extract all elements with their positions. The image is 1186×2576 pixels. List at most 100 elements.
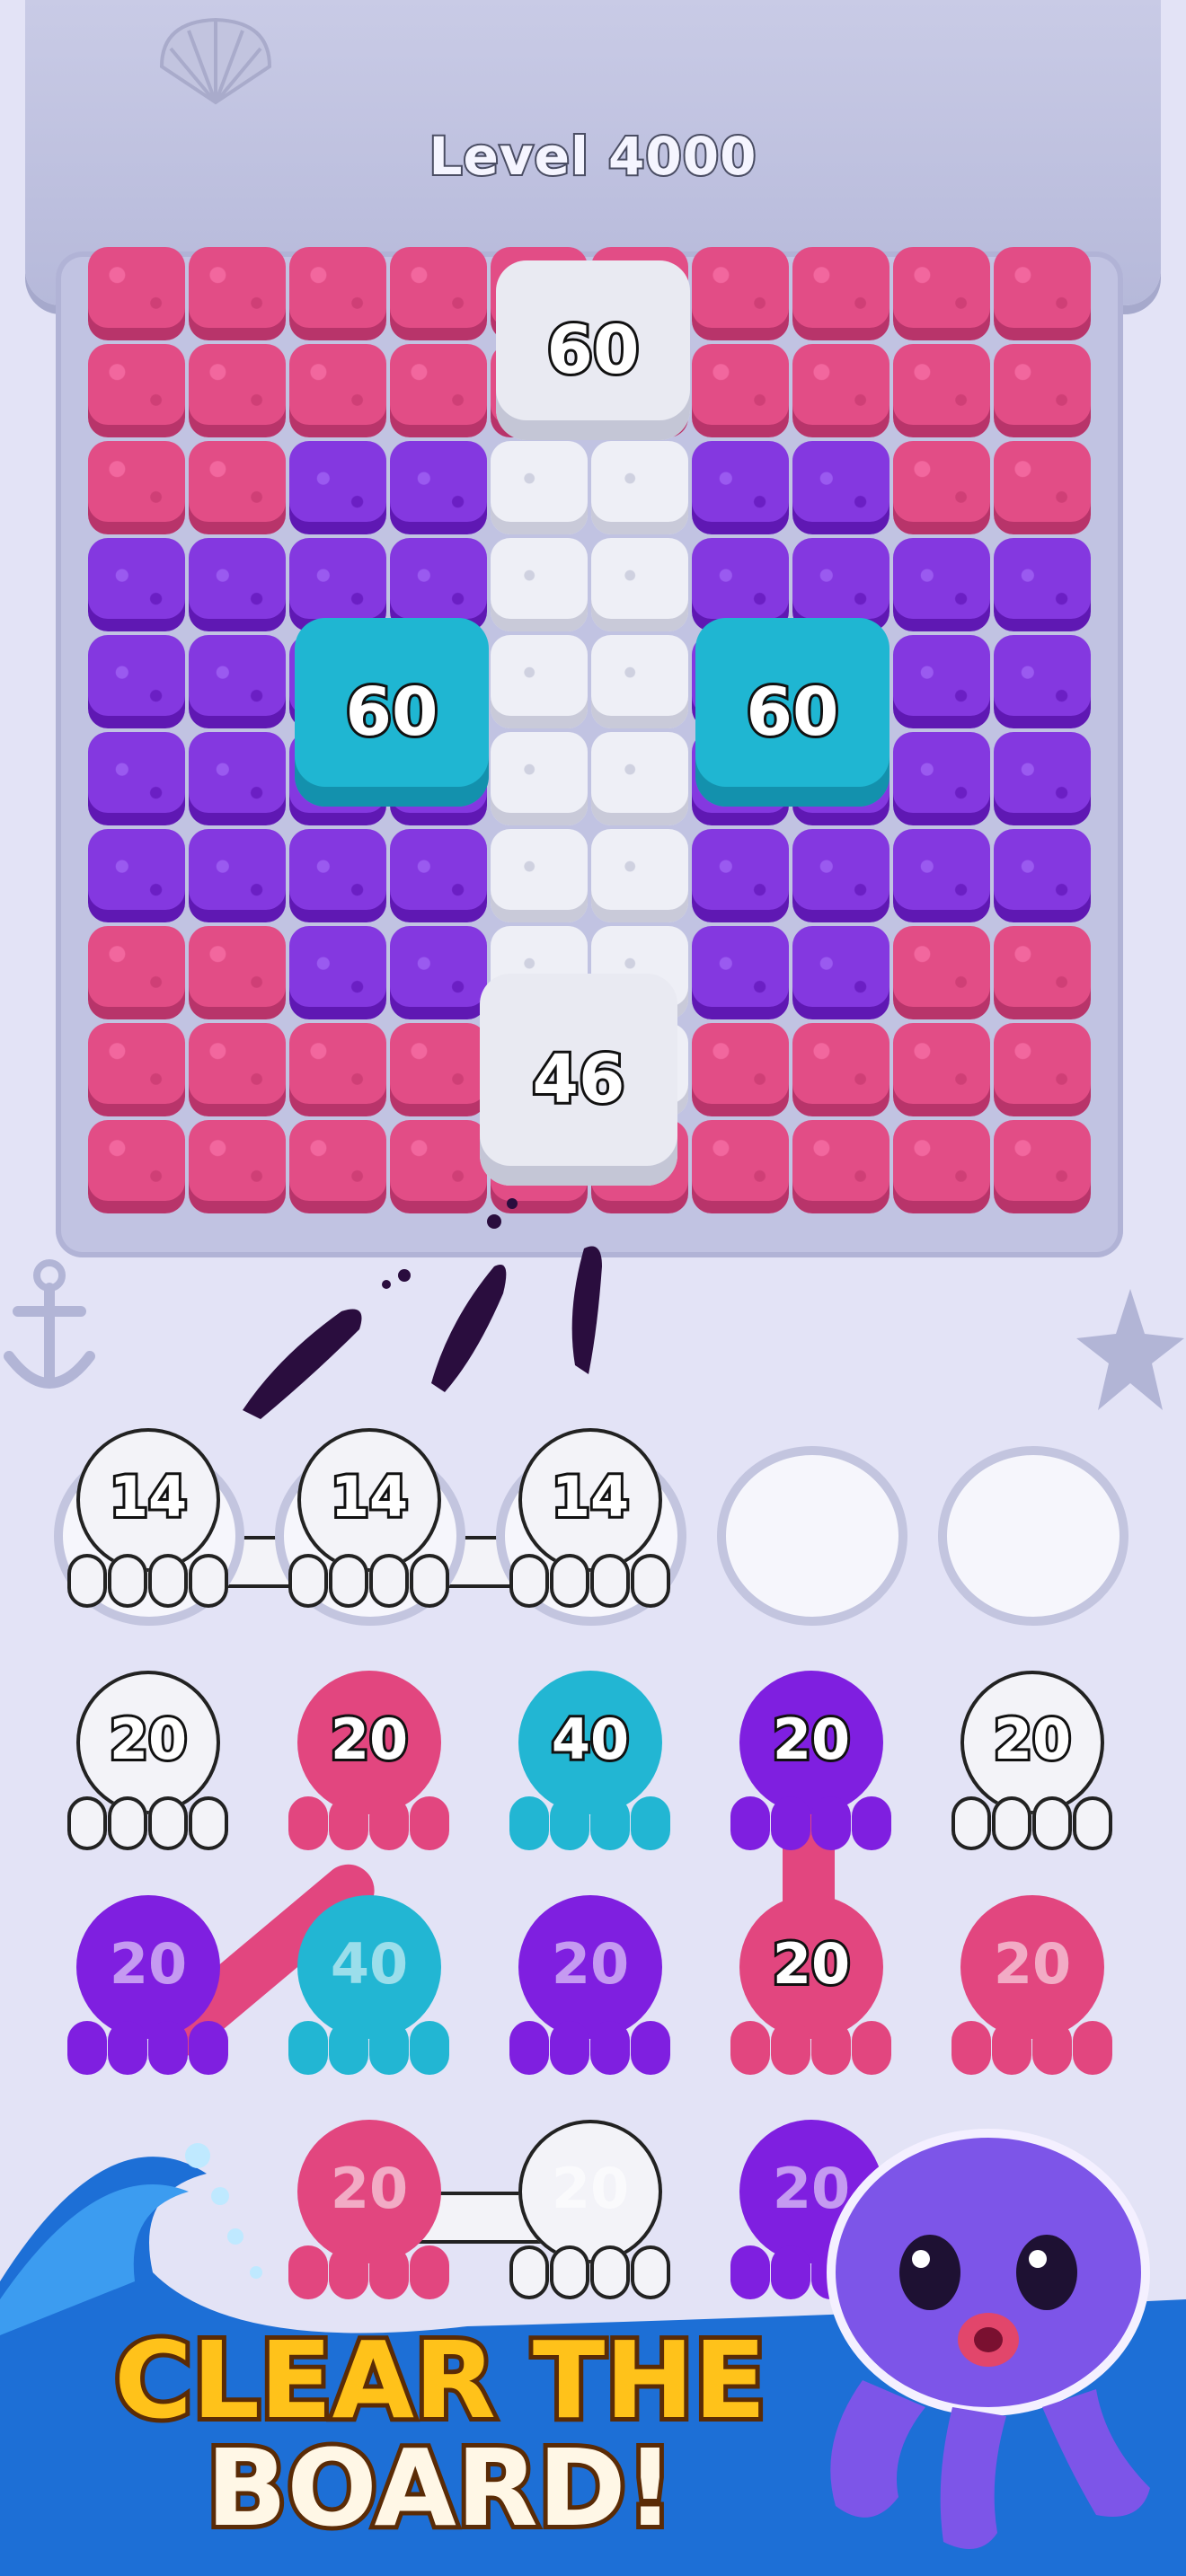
holder-slot[interactable] (717, 1446, 907, 1626)
board-cube (289, 247, 386, 340)
board-cube (189, 829, 286, 922)
board-cube (792, 247, 890, 340)
octopus-leg (108, 1796, 147, 1850)
octopus-leg (631, 1554, 670, 1608)
octopus-leg (631, 1796, 670, 1850)
board-cube (692, 344, 789, 437)
octopus-leg (148, 1554, 188, 1608)
octopus-leg (550, 1796, 589, 1850)
board-cube (792, 926, 890, 1019)
octopus-leg (730, 1796, 770, 1850)
octopus-leg (148, 1796, 188, 1850)
octopus-leg (1073, 1796, 1112, 1850)
board-cube (390, 926, 487, 1019)
board-cube (893, 441, 990, 534)
number-block[interactable]: 60 (496, 260, 690, 440)
shell-icon (159, 17, 272, 105)
board-cube (792, 1023, 890, 1116)
octopus-count: 20 (328, 1704, 411, 1775)
board-cube (390, 344, 487, 437)
board-cube (390, 1023, 487, 1116)
octopus-leg (410, 1554, 449, 1608)
board-cube (289, 1023, 386, 1116)
octopus-mascot-icon (827, 2129, 1150, 2549)
holder-slots: 14 14 14 (0, 1428, 1186, 1635)
octopus-leg (590, 1796, 630, 1850)
octopus-leg (811, 1796, 851, 1850)
board-cube (994, 732, 1091, 825)
octopus-piece[interactable]: 14 (496, 1419, 685, 1626)
board-cube (88, 1120, 185, 1213)
octopus-piece[interactable]: 20 (275, 1662, 464, 1868)
headline-line-1: CLEAR THE (110, 2318, 771, 2442)
board-cube (289, 926, 386, 1019)
board-cube (88, 635, 185, 728)
board-cube (189, 247, 286, 340)
block-value: 60 (343, 671, 441, 754)
octopus-leg (189, 1554, 228, 1608)
board-cube (189, 441, 286, 534)
octopus-piece[interactable]: 40 (496, 1662, 685, 1868)
board-cube (692, 1120, 789, 1213)
board-cube (591, 829, 688, 922)
board-cube (189, 344, 286, 437)
board-cube (491, 829, 588, 922)
octopus-leg (992, 1796, 1031, 1850)
board-cube (88, 829, 185, 922)
board-cube (792, 441, 890, 534)
octopus-leg (590, 1554, 630, 1608)
number-block[interactable]: 60 (695, 618, 890, 807)
block-value: 46 (530, 1038, 628, 1121)
board-cube (591, 538, 688, 631)
board-cube (893, 635, 990, 728)
board-cube (893, 538, 990, 631)
board-cube (994, 441, 1091, 534)
board-cube (994, 538, 1091, 631)
board-cube (893, 247, 990, 340)
board-cube (289, 441, 386, 534)
board-cube (994, 829, 1091, 922)
headline-banner: CLEAR THE BOARD! (72, 2318, 809, 2547)
octopus-piece[interactable]: 14 (54, 1419, 243, 1626)
octopus-leg (369, 1796, 409, 1850)
octopus-leg (771, 1796, 810, 1850)
board-cube (591, 441, 688, 534)
starfish-icon (1076, 1289, 1184, 1410)
octopus-count: 20 (107, 1704, 190, 1775)
board-cube (189, 1023, 286, 1116)
board-cube (994, 344, 1091, 437)
octopus-piece[interactable]: 20 (717, 1662, 906, 1868)
octopus-leg (852, 1796, 891, 1850)
board-cube (994, 1023, 1091, 1116)
octopus-piece[interactable]: 20 (938, 1662, 1127, 1868)
octopus-leg (1032, 1796, 1072, 1850)
holder-slot[interactable] (938, 1446, 1128, 1626)
octopus-leg (108, 1554, 147, 1608)
octopus-count: 40 (549, 1704, 632, 1775)
board-cube (994, 926, 1091, 1019)
octopus-piece[interactable]: 20 (54, 1662, 243, 1868)
octopus-leg (951, 1796, 991, 1850)
board-cube (390, 441, 487, 534)
level-label: Level 4000 (428, 124, 758, 189)
octopus-count: 14 (328, 1461, 411, 1532)
board-cube (289, 344, 386, 437)
board-cube (189, 635, 286, 728)
octopus-piece[interactable]: 14 (275, 1419, 464, 1626)
board-cube (893, 732, 990, 825)
octopus-leg (329, 1554, 368, 1608)
board-cube (88, 926, 185, 1019)
octopus-count: 14 (107, 1461, 190, 1532)
octopus-leg (67, 1554, 107, 1608)
octopus-leg (410, 1796, 449, 1850)
octopus-leg (509, 1796, 549, 1850)
board-cube (692, 247, 789, 340)
octopus-leg (550, 1554, 589, 1608)
block-value: 60 (544, 309, 642, 392)
octopus-count: 20 (991, 1704, 1074, 1775)
board-cube (88, 344, 185, 437)
number-block[interactable]: 46 (480, 974, 677, 1186)
board-cube (88, 538, 185, 631)
number-block[interactable]: 60 (295, 618, 489, 807)
board-cube (491, 635, 588, 728)
